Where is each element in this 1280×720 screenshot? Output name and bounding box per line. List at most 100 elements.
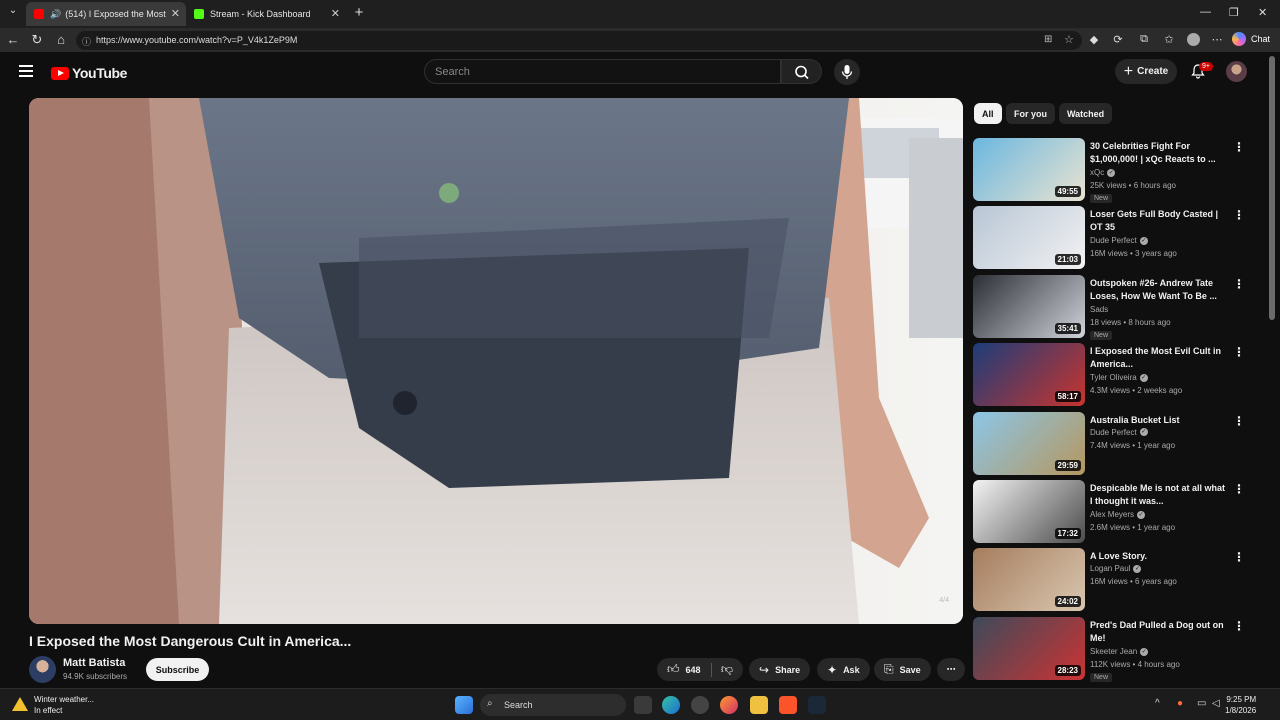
video-thumbnail[interactable]: 24:02	[973, 548, 1085, 612]
tab-list-chevron-icon[interactable]: ⌄	[4, 5, 22, 16]
kick-favicon-icon	[194, 9, 204, 19]
extension-icon[interactable]: ◆	[1087, 33, 1101, 46]
extension-puzzle-icon[interactable]: ⟳	[1111, 33, 1125, 46]
recommended-channel[interactable]: Dude Perfect ✓	[1090, 428, 1148, 437]
restore-icon[interactable]: ❐	[1229, 6, 1239, 19]
video-thumbnail[interactable]: 17:32	[973, 480, 1085, 543]
like-button[interactable]: 👍︎ 648	[657, 658, 711, 681]
search-button[interactable]	[781, 59, 822, 84]
network-icon[interactable]: ▭	[1197, 698, 1206, 709]
chip-for-you[interactable]: For you	[1006, 103, 1055, 124]
recommended-video[interactable]: 35:41 Outspoken #26- Andrew Tate Loses, H…	[973, 274, 1248, 340]
recommended-video[interactable]: 21:03 Loser Gets Full Body Casted | OT 35…	[973, 206, 1248, 270]
video-thumbnail[interactable]: 29:59	[973, 411, 1085, 475]
home-icon[interactable]: ⌂	[52, 32, 70, 47]
search-input[interactable]: Search	[424, 59, 781, 84]
video-thumbnail[interactable]: 35:41	[973, 274, 1085, 338]
recommended-channel[interactable]: Alex Meyers ✓	[1090, 510, 1146, 519]
recommended-video[interactable]: 29:59 Australia Bucket List Dude Perfect ✓ 7…	[973, 411, 1248, 476]
system-clock[interactable]: 9:25 PM 1/8/2026	[1225, 694, 1256, 716]
save-button[interactable]: ⎘ Save	[874, 658, 931, 681]
video-thumbnail[interactable]: 49:55	[973, 138, 1085, 201]
recommended-channel[interactable]: Dude Perfect ✓	[1090, 236, 1148, 245]
recommended-title[interactable]: Australia Bucket List	[1090, 414, 1228, 427]
microphone-tray-icon[interactable]: ●	[1177, 698, 1183, 709]
video-thumbnail[interactable]: 58:17	[973, 343, 1085, 407]
taskbar-search[interactable]: ⌕ Search	[480, 694, 626, 716]
recommended-channel[interactable]: Logan Paul ✓	[1090, 564, 1142, 573]
recommended-title[interactable]: Despicable Me is not at all what I thoug…	[1090, 482, 1228, 508]
close-tab-icon[interactable]: ✕	[331, 7, 340, 20]
recommended-title[interactable]: Outspoken #26- Andrew Tate Loses, How We…	[1090, 277, 1228, 303]
recommended-video[interactable]: 24:02 A Love Story. Logan Paul ✓ 16M views •…	[973, 548, 1248, 612]
recommended-video[interactable]: 58:17 I Exposed the Most Evil Cult in Ame…	[973, 343, 1248, 407]
more-options-icon[interactable]: ⋯	[1210, 33, 1224, 46]
channel-name[interactable]: Matt Batista	[63, 657, 125, 669]
video-thumbnail[interactable]: 28:23	[973, 616, 1085, 680]
app-available-icon[interactable]: ⊞	[1044, 34, 1052, 45]
more-vertical-icon[interactable]: ⋮	[1233, 414, 1245, 428]
start-windows-icon[interactable]	[455, 696, 473, 714]
recommended-title[interactable]: Pred's Dad Pulled a Dog out on Me!	[1090, 619, 1228, 645]
create-button[interactable]: + Create	[1115, 59, 1177, 84]
video-thumbnail[interactable]: 21:03	[973, 206, 1085, 270]
recommended-video[interactable]: 49:55 30 Celebrities Fight For $1,000,000…	[973, 138, 1248, 203]
volume-icon[interactable]: ◁	[1212, 698, 1220, 709]
tab-kick[interactable]: Stream - Kick Dashboard ✕	[186, 2, 346, 26]
channel-avatar[interactable]	[29, 656, 56, 683]
more-vertical-icon[interactable]: ⋮	[1233, 140, 1245, 154]
profile-icon[interactable]	[1186, 33, 1200, 49]
recommended-title[interactable]: I Exposed the Most Evil Cult in America.…	[1090, 345, 1228, 371]
recommended-video[interactable]: 28:23 Pred's Dad Pulled a Dog out on Me! S…	[973, 616, 1248, 682]
more-vertical-icon[interactable]: ⋮	[1233, 550, 1245, 564]
more-vertical-icon[interactable]: ⋮	[1233, 619, 1245, 633]
tab-youtube[interactable]: 🔊 (514) I Exposed the Most Dan ✕	[26, 2, 186, 26]
close-tab-icon[interactable]: ✕	[171, 7, 180, 20]
edge-browser-icon[interactable]	[662, 696, 680, 714]
share-button[interactable]: ↪ Share	[749, 658, 811, 681]
chip-all[interactable]: All	[974, 103, 1002, 124]
more-vertical-icon[interactable]: ⋮	[1233, 208, 1245, 222]
more-actions-button[interactable]: ⋯	[937, 658, 965, 681]
ask-button[interactable]: ✦ Ask	[817, 658, 870, 681]
page-scrollbar[interactable]	[1269, 56, 1275, 320]
recommended-title[interactable]: Loser Gets Full Body Casted | OT 35	[1090, 208, 1228, 234]
recommended-channel[interactable]: Tyler Oliveira ✓	[1090, 373, 1148, 382]
recommended-channel[interactable]: Skeeter Jean ✓	[1090, 647, 1149, 656]
recommended-video[interactable]: 17:32 Despicable Me is not at all what I …	[973, 480, 1248, 544]
favorite-star-icon[interactable]: ☆	[1064, 33, 1074, 46]
dislike-button[interactable]: 👎︎	[711, 658, 743, 681]
split-screen-icon[interactable]: ⧉	[1137, 33, 1151, 46]
show-hidden-icons[interactable]: ^	[1155, 698, 1160, 709]
voice-search-button[interactable]	[834, 59, 860, 85]
firefox-icon[interactable]	[720, 696, 738, 714]
steam-icon[interactable]	[808, 696, 826, 714]
youtube-logo[interactable]: YouTube	[51, 65, 127, 81]
subscribe-button[interactable]: Subscribe	[146, 658, 209, 681]
recommended-title[interactable]: A Love Story.	[1090, 550, 1228, 563]
new-tab-icon[interactable]: +	[350, 4, 368, 21]
recommended-title[interactable]: 30 Celebrities Fight For $1,000,000! | x…	[1090, 140, 1228, 166]
copilot-chat-button[interactable]: Chat	[1232, 32, 1270, 46]
minimize-icon[interactable]: —	[1200, 6, 1211, 18]
task-view-icon[interactable]	[634, 696, 652, 714]
video-player[interactable]: 4/4	[29, 98, 963, 624]
weather-widget[interactable]: Winter weather... In effect	[12, 694, 94, 716]
more-vertical-icon[interactable]: ⋮	[1233, 482, 1245, 496]
favorites-icon[interactable]: ✩	[1162, 33, 1176, 46]
address-bar[interactable]: ⓘ https://www.youtube.com/watch?v=P_V4k1…	[76, 31, 1082, 50]
recommended-channel[interactable]: Sads	[1090, 305, 1108, 314]
back-icon[interactable]: ←	[4, 32, 22, 47]
more-vertical-icon[interactable]: ⋮	[1233, 345, 1245, 359]
app-icon[interactable]	[691, 696, 709, 714]
refresh-icon[interactable]: ↻	[28, 32, 46, 48]
chip-watched[interactable]: Watched	[1059, 103, 1113, 124]
more-vertical-icon[interactable]: ⋮	[1233, 277, 1245, 291]
close-window-icon[interactable]: ✕	[1258, 6, 1267, 19]
account-avatar[interactable]	[1226, 61, 1247, 82]
recommended-channel[interactable]: xQc ✓	[1090, 168, 1116, 177]
site-info-icon[interactable]: ⓘ	[82, 35, 91, 48]
hamburger-menu-icon[interactable]	[19, 65, 33, 80]
file-explorer-icon[interactable]	[750, 696, 768, 714]
brave-browser-icon[interactable]	[779, 696, 797, 714]
